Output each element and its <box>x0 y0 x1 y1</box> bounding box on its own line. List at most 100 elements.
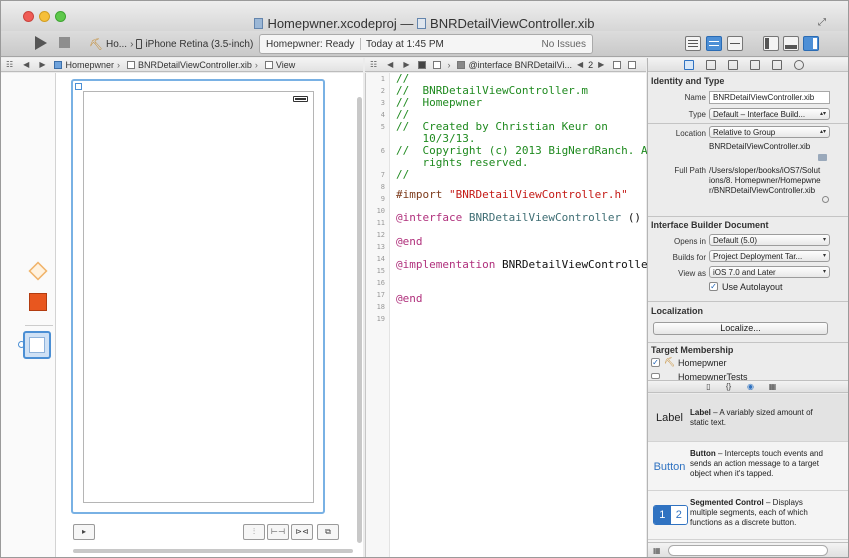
first-responder-icon[interactable] <box>29 293 47 311</box>
type-popup[interactable]: Default – Interface Build... ▴▾ <box>709 108 830 120</box>
folder-icon[interactable] <box>818 154 827 161</box>
previous-counterpart-icon[interactable]: ◀ <box>577 60 583 69</box>
toggle-utilities-button[interactable] <box>803 36 819 51</box>
related-items-icon[interactable]: ☷ <box>370 60 377 69</box>
counterparts-icon[interactable] <box>418 60 427 69</box>
app-target-icon: ⛏ <box>664 357 676 367</box>
code-line: // <box>396 168 410 181</box>
reveal-in-finder-icon[interactable] <box>822 196 829 203</box>
standard-editor-button[interactable] <box>685 36 701 51</box>
source-editor[interactable]: 1 2 3 4 5 6 7 8 9 10 11 12 13 14 15 16 1… <box>365 73 661 557</box>
target-homepwner-checkbox[interactable]: ✓ <box>651 358 660 367</box>
quick-help-tab[interactable] <box>706 60 716 70</box>
battery-icon <box>293 96 308 102</box>
interface-keyword: @interface <box>396 211 463 224</box>
library-filter-bar: ▦ <box>648 542 848 557</box>
localize-button[interactable]: Localize... <box>653 322 828 335</box>
activity-time: Today at 1:45 PM <box>366 39 444 50</box>
code-snippets-tab[interactable]: {} <box>724 382 733 391</box>
line-number: 10 <box>376 207 385 215</box>
run-button[interactable] <box>31 34 49 52</box>
object-library-list[interactable]: Label Label – A variably sized amount of… <box>648 394 848 542</box>
opens-in-popup[interactable]: Default (5.0) ▾ <box>709 234 830 246</box>
jumpbar-project[interactable]: Homepwner <box>65 60 114 70</box>
use-autolayout-checkbox[interactable]: ✓ <box>709 282 718 291</box>
close-editor-icon[interactable] <box>628 60 637 69</box>
identity-inspector-tab[interactable] <box>728 60 738 70</box>
document-outline-dock <box>1 73 56 557</box>
target-homepwner-label: Homepwner <box>678 358 727 368</box>
back-arrow-icon[interactable]: ◀ <box>23 60 29 69</box>
canvas-horizontal-scrollbar[interactable] <box>73 549 353 553</box>
chevron-right-icon: › <box>447 59 451 70</box>
iphone-icon <box>136 39 143 49</box>
location-path: BNRDetailViewController.xib <box>709 142 811 151</box>
related-items-icon[interactable]: ☷ <box>6 60 13 69</box>
toggle-debug-area-button[interactable] <box>783 36 799 51</box>
scheme-selector[interactable]: ⛏ Ho... › iPhone Retina (3.5-inch) <box>89 36 253 52</box>
back-arrow-icon[interactable]: ◀ <box>387 60 393 69</box>
end-keyword: @end <box>396 235 423 248</box>
library-tab-bar: ▯ {} ◉ ▦ <box>648 380 848 393</box>
object-library-tab[interactable]: ◉ <box>746 382 755 391</box>
fullscreen-icon[interactable]: ⤢ <box>818 17 828 28</box>
debug-pane-icon <box>785 45 797 49</box>
view-object-inner <box>29 337 45 353</box>
library-item-desc: Label – A variably sized amount of stati… <box>690 408 830 428</box>
library-item-button[interactable]: Button Button – Intercepts touch events … <box>648 443 848 491</box>
pin-button[interactable]: ⊢⊣ <box>267 524 289 540</box>
resolve-issues-button[interactable]: ⊳⊲ <box>291 524 313 540</box>
builds-for-value: Project Deployment Tar... <box>713 252 803 261</box>
jumpbar-file[interactable]: BNRDetailViewController.xib <box>138 60 252 70</box>
scene-resize-handle[interactable] <box>75 83 82 90</box>
resizing-behavior-button[interactable]: ⧉ <box>317 524 339 540</box>
forward-arrow-icon[interactable]: ▶ <box>403 60 409 69</box>
canvas-vertical-scrollbar[interactable] <box>357 97 362 543</box>
jumpbar-view[interactable]: View <box>276 60 295 70</box>
ib-canvas[interactable]: ▸ ⫶ ⊢⊣ ⊳⊲ ⧉ <box>1 73 363 557</box>
file-templates-tab[interactable]: ▯ <box>704 382 713 391</box>
iphone-view[interactable] <box>83 91 314 503</box>
align-button[interactable]: ⫶ <box>243 524 265 540</box>
location-popup[interactable]: Relative to Group ▴▾ <box>709 126 830 138</box>
builds-for-label: Builds for <box>672 253 706 262</box>
assistant-editor-button[interactable] <box>706 36 722 51</box>
line-number: 1 <box>380 75 385 83</box>
document-outline-toggle-button[interactable]: ▸ <box>73 524 95 540</box>
files-owner-icon[interactable] <box>28 261 48 281</box>
library-item-label[interactable]: Label Label – A variably sized amount of… <box>648 394 848 442</box>
view-object-icon[interactable] <box>23 331 51 359</box>
jumpbar-symbol[interactable]: @interface BNRDetailVi... <box>468 60 572 70</box>
window-title-separator: — <box>400 16 414 31</box>
activity-divider <box>360 38 361 50</box>
builds-for-popup[interactable]: Project Deployment Tar... ▾ <box>709 250 830 262</box>
segment-1: 1 <box>654 506 671 524</box>
grid-view-icon[interactable]: ▦ <box>653 546 662 555</box>
target-tests-checkbox[interactable] <box>651 373 660 379</box>
chevron-right-icon: › <box>254 59 258 70</box>
library-search-field[interactable] <box>668 545 828 556</box>
connections-inspector-tab[interactable] <box>794 60 804 70</box>
import-string: "BNRDetailViewController.h" <box>448 188 628 201</box>
media-library-tab[interactable]: ▦ <box>768 382 777 391</box>
file-inspector-tab[interactable] <box>684 60 694 70</box>
forward-arrow-icon[interactable]: ▶ <box>39 60 45 69</box>
dock-divider <box>25 325 53 326</box>
version-editor-button[interactable] <box>727 36 743 51</box>
popup-arrow-icon: ▾ <box>822 269 826 275</box>
size-inspector-tab[interactable] <box>772 60 782 70</box>
view-as-popup[interactable]: iOS 7.0 and Later ▾ <box>709 266 830 278</box>
counterpart-count: 2 <box>588 59 594 70</box>
line-number: 16 <box>376 279 385 287</box>
toggle-navigator-button[interactable] <box>763 36 779 51</box>
line-number: 7 <box>380 171 385 179</box>
library-item-segmented-control[interactable]: 1 2 Segmented Control – Displays multipl… <box>648 492 848 540</box>
view-scene[interactable] <box>71 79 325 514</box>
stop-button[interactable] <box>59 37 70 48</box>
code-line-import: #import "BNRDetailViewController.h" <box>396 189 628 201</box>
name-field[interactable]: BNRDetailViewController.xib <box>709 91 830 104</box>
add-editor-icon[interactable] <box>613 60 622 69</box>
type-label: Type <box>688 110 706 119</box>
next-counterpart-icon[interactable]: ▶ <box>598 60 604 69</box>
attributes-inspector-tab[interactable] <box>750 60 760 70</box>
